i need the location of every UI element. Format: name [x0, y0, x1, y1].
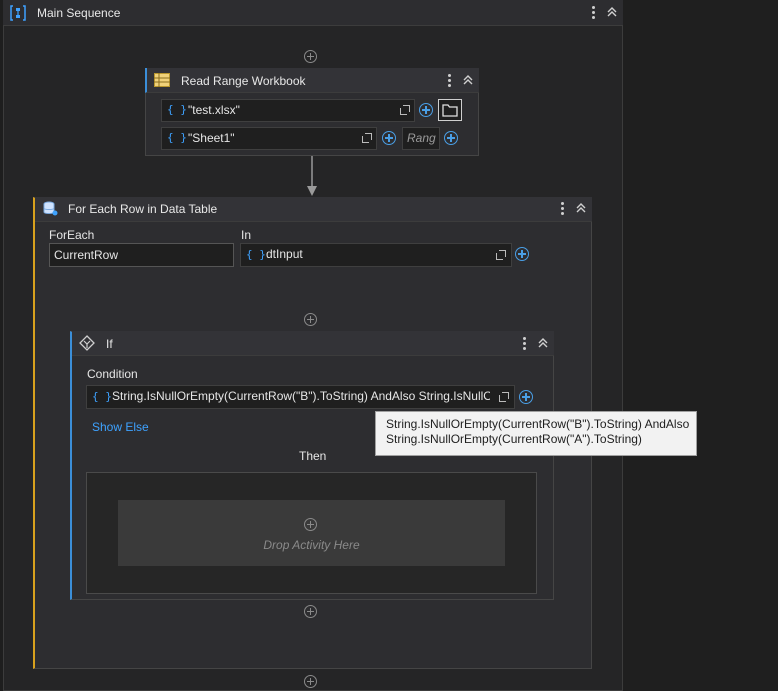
condition-tooltip: String.IsNullOrEmpty(CurrentRow("B").ToS…: [375, 411, 697, 456]
read-range-title: Read Range Workbook: [181, 74, 306, 88]
folder-icon[interactable]: [438, 99, 462, 121]
read-range-menu-icon[interactable]: [448, 74, 452, 88]
add-activity-plus-icon[interactable]: [304, 313, 317, 326]
expression-icon: { }: [167, 103, 187, 116]
condition-label: Condition: [87, 367, 138, 381]
database-icon: [42, 201, 58, 217]
add-variable-plus-icon[interactable]: [519, 390, 533, 404]
expression-icon: { }: [92, 390, 112, 403]
if-header[interactable]: [72, 331, 554, 356]
add-variable-plus-icon[interactable]: [444, 131, 458, 145]
drop-activity-zone[interactable]: [118, 500, 505, 566]
read-range-collapse-icon[interactable]: [462, 74, 474, 89]
main-sequence-title: Main Sequence: [37, 6, 121, 20]
add-variable-plus-icon[interactable]: [515, 247, 529, 261]
if-collapse-icon[interactable]: [537, 337, 549, 352]
sequence-icon: [10, 5, 26, 21]
expand-editor-icon[interactable]: [362, 133, 372, 143]
if-title: If: [106, 337, 113, 351]
if-icon: [79, 335, 95, 351]
foreach-variable-value: CurrentRow: [54, 248, 119, 262]
main-sequence-collapse-icon[interactable]: [606, 6, 618, 20]
main-sequence-menu-icon[interactable]: [592, 6, 596, 20]
if-menu-icon[interactable]: [523, 337, 527, 351]
add-variable-plus-icon[interactable]: [382, 131, 396, 145]
condition-value: String.IsNullOrEmpty(CurrentRow("B").ToS…: [112, 389, 490, 403]
expression-icon: { }: [167, 131, 187, 144]
add-activity-plus-icon[interactable]: [304, 605, 317, 618]
in-label: In: [241, 228, 252, 242]
range-placeholder: Rang: [407, 131, 436, 145]
expand-editor-icon[interactable]: [499, 392, 509, 402]
drop-activity-hint: Drop Activity Here: [263, 538, 360, 552]
add-activity-plus-icon[interactable]: [304, 518, 317, 531]
foreach-label: ForEach: [49, 228, 95, 242]
sheet-name-value: "Sheet1": [188, 131, 235, 145]
add-activity-plus-icon[interactable]: [304, 675, 317, 688]
tooltip-line-2: String.IsNullOrEmpty(CurrentRow("A").ToS…: [386, 432, 642, 446]
in-collection-value: dtInput: [266, 247, 303, 261]
tooltip-line-1: String.IsNullOrEmpty(CurrentRow("B").ToS…: [386, 417, 690, 431]
excel-table-icon: [154, 73, 170, 87]
for-each-collapse-icon[interactable]: [575, 202, 587, 217]
for-each-menu-icon[interactable]: [561, 202, 565, 216]
show-else-link[interactable]: Show Else: [92, 420, 149, 434]
for-each-title: For Each Row in Data Table: [68, 202, 218, 216]
then-label: Then: [299, 449, 327, 463]
workbook-path-value: "test.xlsx": [188, 103, 240, 117]
expand-editor-icon[interactable]: [400, 105, 410, 115]
add-activity-plus-icon[interactable]: [304, 50, 317, 63]
expression-icon: { }: [246, 248, 266, 261]
expand-editor-icon[interactable]: [496, 250, 506, 260]
flow-connector-arrow: [305, 156, 319, 198]
add-variable-plus-icon[interactable]: [419, 103, 433, 117]
canvas-empty-area: [623, 0, 778, 691]
